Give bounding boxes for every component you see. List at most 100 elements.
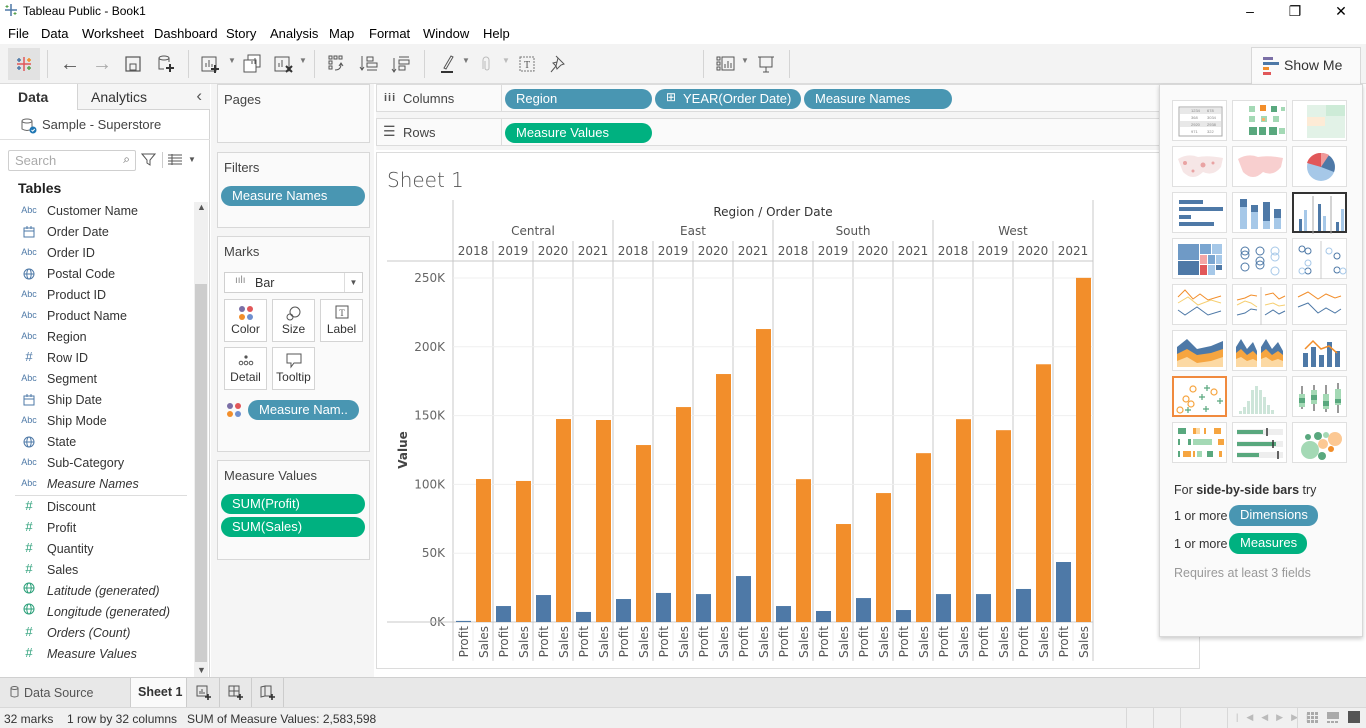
show-me-gantt-chart[interactable] — [1172, 422, 1227, 463]
filter-pill-measure-names[interactable]: Measure Names — [221, 186, 365, 206]
save-icon[interactable] — [121, 52, 145, 76]
redo-icon[interactable]: → — [90, 52, 114, 76]
field-item[interactable]: Postal Code — [0, 264, 190, 285]
rows-pill-measure-values[interactable]: Measure Values — [505, 123, 652, 143]
new-dashboard-tab[interactable] — [220, 678, 252, 707]
chevron-down-icon[interactable]: ▼ — [228, 56, 236, 65]
view-options-icon[interactable] — [168, 154, 182, 165]
present-mode-icon[interactable] — [754, 52, 778, 76]
field-item[interactable]: # Row ID — [0, 348, 190, 369]
restore-button[interactable]: ❐ — [1272, 0, 1318, 22]
show-cards-icon[interactable] — [714, 52, 738, 76]
tooltip-button[interactable]: Tooltip — [272, 347, 315, 390]
data-pane-scrollbar[interactable]: ▲ ▼ — [194, 202, 208, 677]
columns-pill-year-order-date[interactable]: ⊞ YEAR(Order Date) — [655, 89, 801, 109]
chevron-down-icon[interactable]: ▼ — [741, 56, 749, 65]
swap-rows-columns-icon[interactable] — [325, 52, 349, 76]
sort-ascending-icon[interactable] — [357, 52, 381, 76]
page-navigation[interactable]: |◀◀▶▶| — [1236, 712, 1316, 723]
show-me-circle-views[interactable] — [1232, 238, 1287, 279]
show-me-button[interactable]: Show Me — [1251, 47, 1361, 84]
field-item[interactable]: Abc Segment — [0, 369, 190, 390]
show-me-histogram[interactable] — [1232, 376, 1287, 417]
new-story-tab[interactable] — [252, 678, 284, 707]
data-source-tab[interactable]: Data Source — [0, 678, 130, 707]
show-me-lines-continuous[interactable] — [1172, 284, 1227, 325]
field-item[interactable]: # Sales — [0, 560, 190, 581]
field-item[interactable]: State — [0, 432, 190, 453]
chevron-down-icon[interactable]: ▼ — [462, 56, 470, 65]
measure-pill-sum-profit[interactable]: SUM(Profit) — [221, 494, 365, 514]
sort-descending-icon[interactable] — [389, 52, 413, 76]
tab-data[interactable]: Data — [0, 84, 77, 110]
field-item[interactable]: Abc Product Name — [0, 306, 190, 327]
show-me-heat-map[interactable] — [1232, 100, 1287, 141]
menu-analysis[interactable]: Analysis — [270, 26, 318, 41]
label-button[interactable]: T Label — [320, 299, 363, 342]
tab-analytics[interactable]: Analytics ‹ — [77, 84, 210, 110]
show-me-area-discrete[interactable] — [1232, 330, 1287, 371]
new-data-source-icon[interactable] — [153, 52, 177, 76]
color-button[interactable]: Color — [224, 299, 267, 342]
chevron-down-icon[interactable]: ▼ — [502, 56, 510, 65]
field-item[interactable]: Abc Order ID — [0, 243, 190, 264]
mark-type-dropdown[interactable]: ıılı Bar ▼ — [224, 272, 363, 293]
grid-view-icon[interactable] — [1307, 712, 1319, 724]
tableau-logo-icon[interactable] — [8, 48, 40, 80]
menu-format[interactable]: Format — [369, 26, 410, 41]
show-me-lines-discrete[interactable] — [1232, 284, 1287, 325]
menu-window[interactable]: Window — [423, 26, 469, 41]
group-members-icon[interactable] — [474, 52, 498, 76]
show-me-highlight-table[interactable] — [1292, 100, 1347, 141]
field-item[interactable]: # Orders (Count) — [0, 623, 190, 644]
sheet-tab-sheet-1[interactable]: Sheet 1 — [130, 678, 187, 707]
show-me-treemap[interactable] — [1172, 238, 1227, 279]
marks-pill-measure-names[interactable]: Measure Nam.. — [248, 400, 359, 420]
undo-icon[interactable]: ← — [58, 52, 82, 76]
show-me-dual-combination[interactable] — [1292, 330, 1347, 371]
size-button[interactable]: Size — [272, 299, 315, 342]
columns-pill-region[interactable]: Region — [505, 89, 652, 109]
show-me-symbol-map[interactable] — [1172, 146, 1227, 187]
scrollbar-thumb[interactable] — [195, 284, 207, 662]
field-item[interactable]: Abc Measure Names — [0, 474, 190, 495]
menu-story[interactable]: Story — [226, 26, 256, 41]
search-input[interactable]: Search ⌕ — [8, 150, 136, 171]
menu-help[interactable]: Help — [483, 26, 510, 41]
highlight-icon[interactable] — [436, 52, 460, 76]
show-me-packed-bubbles[interactable] — [1292, 422, 1347, 463]
measure-pill-sum-sales[interactable]: SUM(Sales) — [221, 517, 365, 537]
new-worksheet-tab[interactable] — [188, 678, 220, 707]
menu-dashboard[interactable]: Dashboard — [154, 26, 218, 41]
show-me-area-continuous[interactable] — [1172, 330, 1227, 371]
close-button[interactable]: ✕ — [1318, 0, 1364, 22]
field-item[interactable]: Abc Sub-Category — [0, 453, 190, 474]
detail-button[interactable]: Detail — [224, 347, 267, 390]
new-worksheet-icon[interactable] — [198, 52, 222, 76]
single-view-icon[interactable] — [1348, 711, 1360, 723]
field-item[interactable]: Order Date — [0, 222, 190, 243]
field-item[interactable]: Latitude (generated) — [0, 581, 190, 602]
collapse-pane-icon[interactable]: ‹ — [196, 86, 202, 106]
filters-card[interactable]: Filters Measure Names — [217, 152, 370, 228]
duplicate-sheet-icon[interactable] — [240, 52, 264, 76]
menu-worksheet[interactable]: Worksheet — [82, 26, 144, 41]
menu-file[interactable]: File — [8, 26, 29, 41]
menu-map[interactable]: Map — [329, 26, 354, 41]
data-source-item[interactable]: Sample - Superstore — [0, 110, 210, 140]
scroll-up-icon[interactable]: ▲ — [197, 202, 206, 212]
bar-chart[interactable]: Region / Order Date Central 2018 2019 2020 20… — [377, 153, 1201, 670]
field-item[interactable]: # Measure Values — [0, 644, 190, 665]
field-item[interactable]: Ship Date — [0, 390, 190, 411]
show-me-stacked-bars[interactable] — [1232, 192, 1287, 233]
show-me-side-by-side-bars[interactable] — [1292, 192, 1347, 234]
filter-icon[interactable] — [141, 152, 156, 167]
show-me-text-table[interactable]: 1234 678 368 3034 2920 2938 971 322 — [1172, 100, 1227, 141]
show-me-side-by-side-circles[interactable] — [1292, 238, 1347, 279]
columns-pill-measure-names[interactable]: Measure Names — [804, 89, 952, 109]
show-me-bullet-graph[interactable] — [1232, 422, 1287, 463]
field-item[interactable]: Longitude (generated) — [0, 602, 190, 623]
field-item[interactable]: # Quantity — [0, 539, 190, 560]
show-me-pie-chart[interactable] — [1292, 146, 1347, 187]
field-item[interactable]: Abc Customer Name — [0, 201, 190, 222]
